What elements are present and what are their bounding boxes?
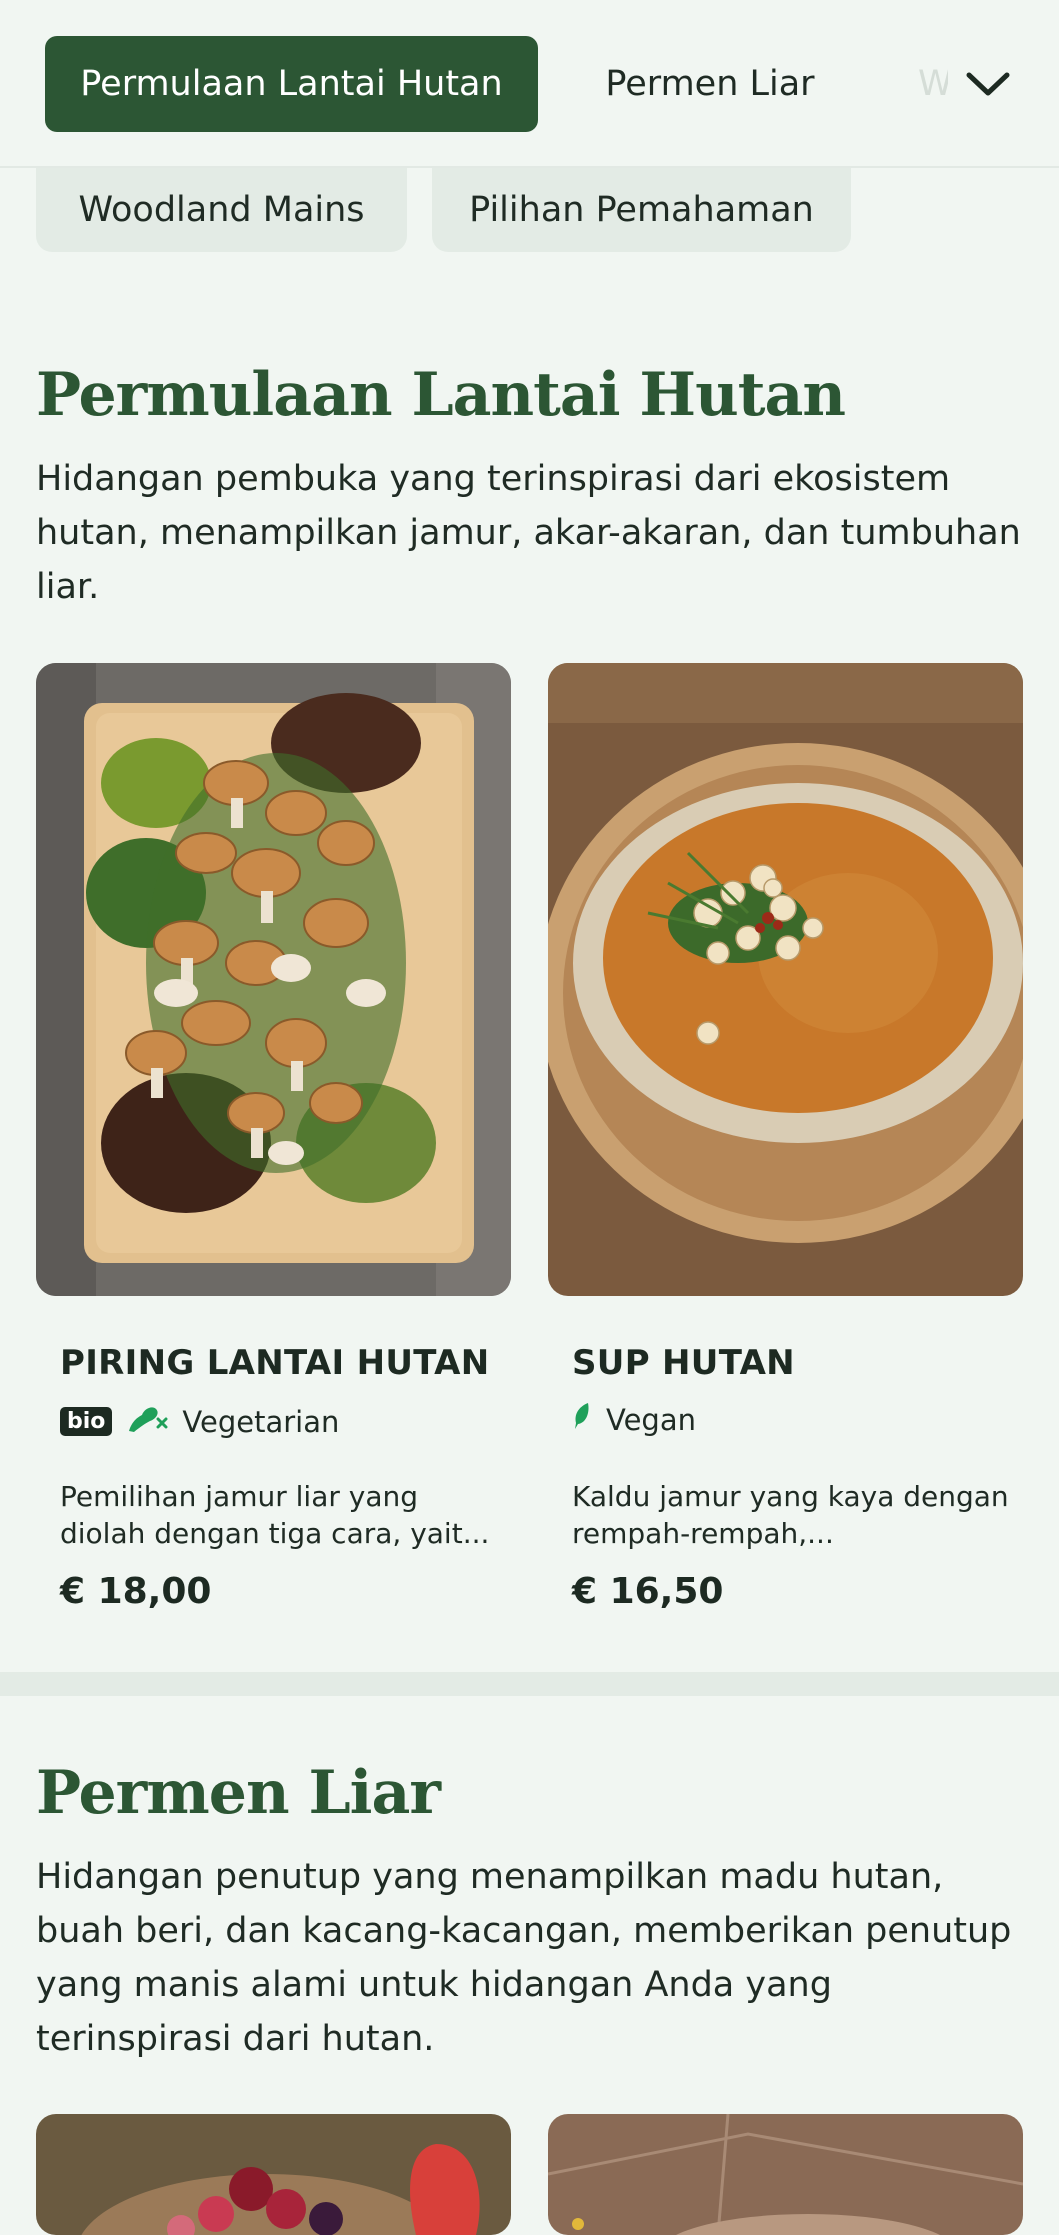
menu-card[interactable]: PIRING LANTAI HUTAN bio Vegetarian Pemil… — [36, 663, 511, 1612]
chevron-down-icon[interactable] — [958, 54, 1018, 114]
chip-pilihan-pemahaman[interactable]: Pilihan Pemahaman — [432, 168, 851, 252]
dish-image-forest-floor-plate — [36, 663, 511, 1296]
tab-permulaan-lantai-hutan[interactable]: Permulaan Lantai Hutan — [45, 36, 538, 132]
dish-image-dessert — [548, 2114, 1023, 2235]
menu-card[interactable] — [548, 2114, 1023, 2235]
leaf-icon — [572, 1401, 592, 1438]
section-title: Permen Liar — [36, 1758, 441, 1828]
dish-name: PIRING LANTAI HUTAN — [60, 1343, 490, 1383]
dish-description: Pemilihan jamur liar yang diolah dengan … — [60, 1480, 490, 1550]
section-description: Hidangan penutup yang menampilkan madu h… — [36, 1857, 1012, 2059]
dish-name: SUP HUTAN — [572, 1343, 795, 1383]
bio-badge: bio — [60, 1407, 113, 1436]
tab-permen-liar[interactable]: Permen Liar — [575, 36, 845, 132]
section-description: Hidangan pembuka yang terinspirasi dari … — [36, 459, 1021, 607]
category-nav: Permulaan Lantai Hutan Permen Liar W — [0, 0, 1059, 168]
dish-price: € 16,50 — [572, 1571, 724, 1612]
dish-image-forest-soup — [548, 663, 1023, 1296]
chip-woodland-mains[interactable]: Woodland Mains — [36, 168, 407, 252]
menu-card[interactable]: SUP HUTAN Vegan Kaldu jamur yang kaya de… — [548, 663, 1023, 1612]
dish-tags: Vegan — [572, 1401, 696, 1438]
diet-label: Vegetarian — [182, 1404, 340, 1439]
section-divider — [0, 1672, 1059, 1696]
menu-card[interactable] — [36, 2114, 511, 2235]
dish-price: € 18,00 — [60, 1571, 212, 1612]
dish-description: Kaldu jamur yang kaya dengan rempah-remp… — [572, 1480, 1009, 1550]
dish-image-berries — [36, 2114, 511, 2235]
dish-tags: bio Vegetarian — [60, 1401, 339, 1442]
no-meat-icon — [126, 1401, 168, 1442]
section-title: Permulaan Lantai Hutan — [36, 360, 846, 430]
diet-label: Vegan — [606, 1402, 696, 1437]
tab-woodland-partial[interactable]: W — [918, 36, 948, 132]
